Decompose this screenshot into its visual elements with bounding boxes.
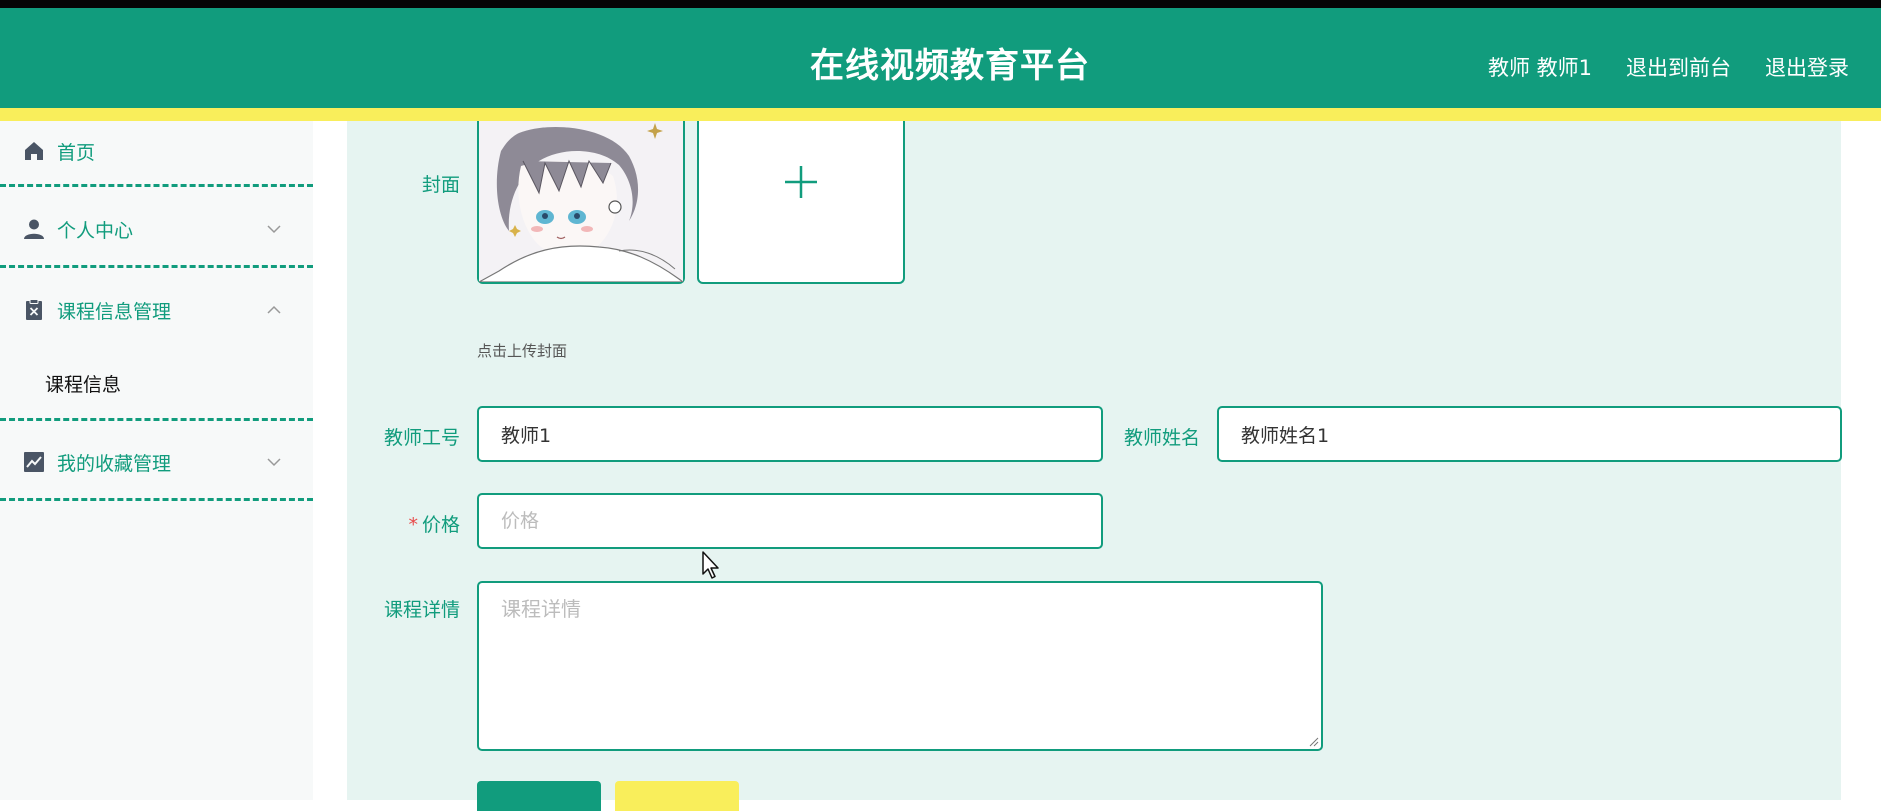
cover-image-thumbnail[interactable] (477, 121, 685, 284)
clipboard-icon (26, 299, 42, 320)
sidebar-item-label: 个人中心 (57, 219, 134, 242)
header-accent-strip (0, 108, 1881, 121)
sidebar-item-label: 首页 (57, 141, 96, 164)
sidebar-item-personal-center[interactable]: 个人中心 (0, 199, 313, 259)
sidebar-subitem-course-info[interactable]: 课程信息 (0, 358, 313, 408)
divider (0, 498, 313, 501)
teacher-id-input[interactable] (477, 406, 1103, 462)
course-detail-label: 课程详情 (383, 599, 460, 621)
price-input[interactable] (477, 493, 1103, 549)
price-label: * 价格 (360, 510, 460, 537)
header-nav: 教师 教师1 退出到前台 退出登录 (1488, 52, 1849, 82)
window-top-bar (0, 0, 1881, 8)
sidebar-item-course-management[interactable]: 课程信息管理 (0, 280, 313, 340)
chevron-up-icon (267, 305, 281, 314)
sidebar-item-label: 课程信息管理 (57, 300, 172, 323)
mouse-cursor-icon (702, 551, 719, 579)
upload-cover-button[interactable] (697, 121, 905, 284)
submit-button[interactable] (477, 781, 601, 811)
divider (0, 265, 313, 268)
current-user-link[interactable]: 教师 教师1 (1488, 52, 1592, 82)
course-detail-textarea[interactable] (477, 581, 1323, 751)
cover-label: 封面 (421, 174, 460, 196)
teacher-name-label: 教师姓名 (1123, 427, 1200, 449)
divider (0, 418, 313, 421)
resize-handle-icon[interactable] (1307, 735, 1319, 747)
header: 在线视频教育平台 教师 教师1 退出到前台 退出登录 (0, 8, 1881, 108)
sidebar-item-favorites-management[interactable]: 我的收藏管理 (0, 432, 313, 492)
divider (0, 184, 313, 187)
sidebar-item-home[interactable]: 首页 (0, 121, 313, 181)
logout-link[interactable]: 退出登录 (1765, 52, 1849, 82)
price-label-text: 价格 (421, 514, 460, 536)
chart-icon (24, 452, 44, 472)
cover-upload-hint: 点击上传封面 (477, 342, 568, 360)
teacher-name-input[interactable] (1217, 406, 1842, 462)
sidebar-subitem-label: 课程信息 (45, 373, 122, 396)
teacher-id-label: 教师工号 (383, 427, 460, 449)
chevron-down-icon (267, 225, 281, 234)
user-icon (24, 219, 44, 239)
cancel-button[interactable] (615, 781, 739, 811)
required-asterisk: * (408, 514, 418, 536)
plus-icon (785, 166, 817, 198)
back-to-frontend-link[interactable]: 退出到前台 (1626, 52, 1731, 82)
cover-image (478, 121, 685, 283)
sidebar-item-label: 我的收藏管理 (57, 452, 172, 475)
sidebar: 首页 个人中心 课程信息管理 课程信息 我的收藏管理 (0, 121, 313, 800)
home-icon (25, 142, 43, 160)
chevron-down-icon (267, 458, 281, 467)
